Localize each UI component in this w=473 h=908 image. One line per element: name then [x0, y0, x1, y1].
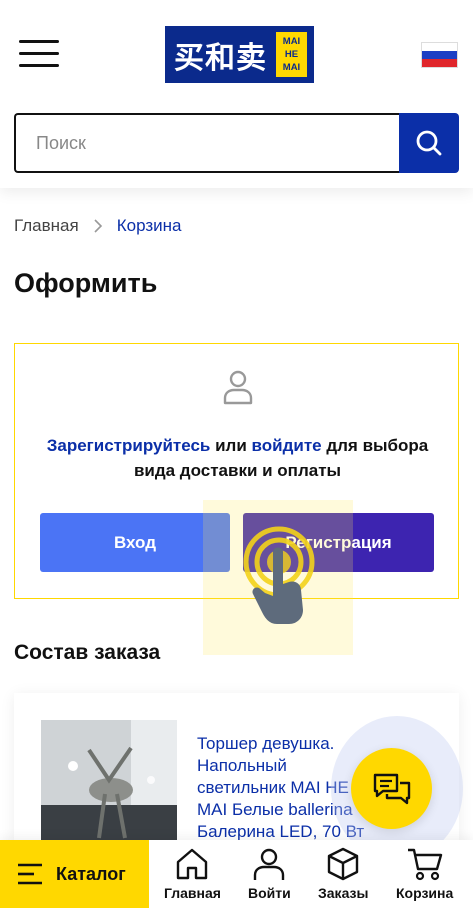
bottom-nav: Каталог Главная Войти Заказы Корзина — [0, 840, 473, 908]
product-image[interactable] — [41, 720, 177, 843]
nav-home[interactable]: Главная — [164, 847, 221, 905]
breadcrumb: Главная Корзина — [14, 215, 181, 237]
chat-button[interactable] — [351, 748, 432, 829]
russia-flag-icon[interactable] — [421, 42, 458, 68]
nav-orders[interactable]: Заказы — [318, 847, 368, 905]
auth-prompt: Зарегистрируйтесь или войдите для выбора… — [46, 436, 429, 480]
login-link[interactable]: войдите — [252, 436, 322, 455]
search-input[interactable] — [14, 113, 400, 173]
home-icon — [177, 848, 208, 880]
product-name-link[interactable]: Торшер девушка. Напольный светильник MAI… — [197, 733, 377, 843]
search-icon — [416, 130, 442, 156]
logo[interactable]: 买和卖 MAI HE MAI — [165, 26, 314, 83]
logo-badge: MAI HE MAI — [276, 32, 307, 77]
register-button[interactable]: Регистрация — [243, 513, 434, 572]
catalog-label: Каталог — [56, 863, 126, 884]
login-button[interactable]: Вход — [40, 513, 230, 572]
user-icon — [254, 848, 285, 880]
header: 买和卖 MAI HE MAI — [0, 0, 473, 188]
breadcrumb-cart[interactable]: Корзина — [117, 216, 182, 236]
catalog-button[interactable]: Каталог — [0, 840, 149, 908]
register-link[interactable]: Зарегистрируйтесь — [47, 436, 211, 455]
search-bar — [14, 113, 459, 173]
search-button[interactable] — [399, 113, 459, 173]
chat-icon — [373, 773, 410, 804]
user-icon — [223, 370, 253, 405]
menu-icon — [18, 863, 42, 885]
box-icon — [328, 847, 359, 881]
cart-icon — [407, 848, 442, 881]
nav-cart[interactable]: Корзина — [396, 847, 453, 905]
chevron-right-icon — [93, 218, 103, 234]
logo-text: 买和卖 — [174, 40, 267, 76]
section-title-order: Состав заказа — [14, 641, 161, 664]
auth-card: Зарегистрируйтесь или войдите для выбора… — [14, 343, 459, 599]
breadcrumb-home[interactable]: Главная — [14, 216, 79, 236]
page-title: Оформить — [14, 268, 158, 298]
hamburger-icon[interactable] — [19, 38, 59, 70]
nav-login[interactable]: Войти — [248, 847, 291, 905]
